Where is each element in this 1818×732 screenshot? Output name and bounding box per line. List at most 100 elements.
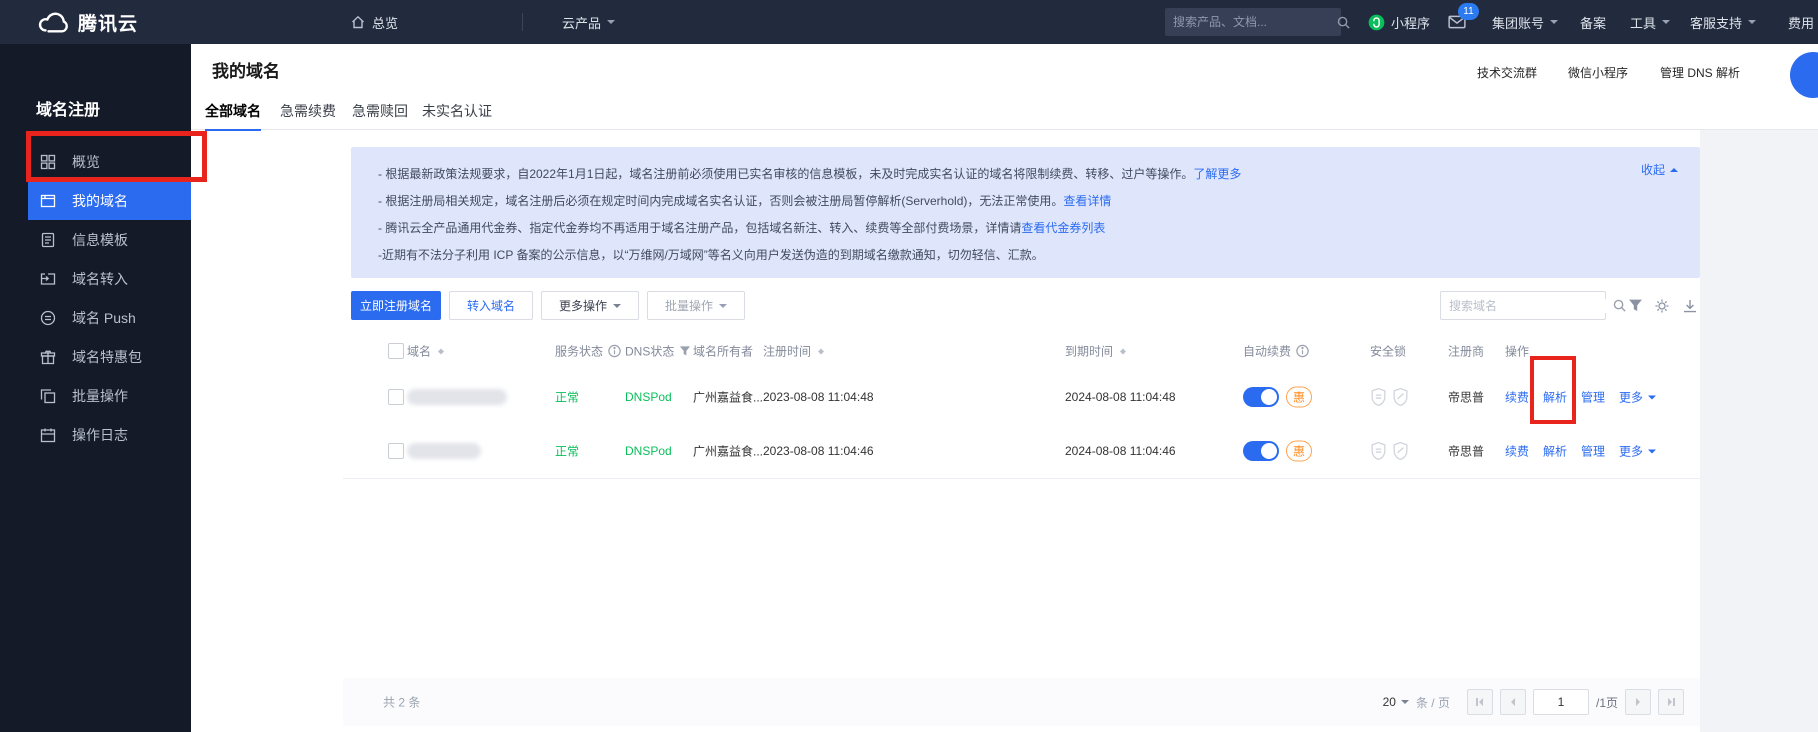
sidebar-item-my-domains[interactable]: 我的域名 [28, 181, 191, 220]
chevron-down-icon [1748, 20, 1756, 28]
renew-link[interactable]: 续费 [1505, 443, 1529, 460]
tab-all-domains[interactable]: 全部域名 [205, 98, 261, 131]
auto-renew-toggle[interactable] [1243, 441, 1279, 461]
transfer-in-button[interactable]: 转入域名 [449, 291, 533, 320]
info-icon[interactable] [608, 345, 621, 358]
header-exp-time[interactable]: 到期时间 [1065, 343, 1126, 360]
page-size-select[interactable]: 20 [1383, 695, 1409, 709]
header-actions: 操作 [1505, 343, 1529, 360]
log-icon [40, 427, 56, 443]
header-label: 操作 [1505, 343, 1529, 360]
sidebar-item-batch-operations[interactable]: 批量操作 [0, 376, 191, 415]
sidebar-item-label: 操作日志 [72, 425, 128, 445]
promo-badge[interactable]: 惠 [1286, 387, 1312, 408]
header-auto-renew: 自动续费 [1243, 343, 1309, 360]
sidebar-item-domain-push[interactable]: 域名 Push [0, 298, 191, 337]
expiration-time: 2024-08-08 11:04:48 [1065, 390, 1176, 404]
resolve-link[interactable]: 解析 [1543, 389, 1567, 406]
sidebar-item-overview[interactable]: 概览 [0, 142, 191, 181]
manage-link[interactable]: 管理 [1581, 443, 1605, 460]
last-page-button[interactable] [1658, 689, 1684, 715]
topbar-icp-filing[interactable]: 备案 [1580, 0, 1606, 44]
topbar-billing[interactable]: 费用 [1788, 0, 1818, 44]
topbar-products-menu[interactable]: 云产品 [562, 0, 615, 44]
header-domain[interactable]: 域名 [407, 343, 444, 360]
next-page-button[interactable] [1625, 689, 1651, 715]
help-float-button[interactable] [1790, 52, 1818, 98]
domain-search[interactable] [1440, 291, 1606, 320]
topbar-search-input[interactable] [1165, 15, 1336, 29]
sidebar-item-transfer-in[interactable]: 域名转入 [0, 259, 191, 298]
row-checkbox[interactable] [388, 443, 404, 459]
security-locks [1370, 442, 1409, 461]
sidebar-item-label: 我的域名 [72, 191, 128, 211]
voucher-list-link[interactable]: 查看代金券列表 [1021, 221, 1105, 235]
batch-operations-dropdown[interactable]: 批量操作 [647, 291, 745, 320]
service-status: 正常 [555, 443, 579, 460]
security-locks [1370, 388, 1409, 407]
tab-need-renew[interactable]: 急需续费 [280, 98, 336, 129]
transfer-lock-icon[interactable] [1392, 388, 1409, 407]
more-actions-dropdown[interactable]: 更多 [1619, 443, 1656, 460]
tab-need-redeem[interactable]: 急需赎回 [352, 98, 408, 129]
mail-badge: 11 [1458, 3, 1479, 20]
first-page-button[interactable] [1467, 689, 1493, 715]
sort-icon[interactable] [1120, 345, 1126, 357]
topbar-support[interactable]: 客服支持 [1690, 0, 1756, 44]
renew-link[interactable]: 续费 [1505, 389, 1529, 406]
sidebar-item-info-template[interactable]: 信息模板 [0, 220, 191, 259]
topbar-group-account[interactable]: 集团账号 [1492, 0, 1558, 44]
header-reg-time[interactable]: 注册时间 [763, 343, 824, 360]
manage-link[interactable]: 管理 [1581, 389, 1605, 406]
topbar-overview-link[interactable]: 总览 [350, 0, 398, 44]
filter-icon[interactable] [1628, 298, 1644, 314]
page-input[interactable] [1533, 689, 1589, 715]
support-label: 客服支持 [1690, 13, 1742, 32]
wechat-miniprogram-link[interactable]: 微信小程序 [1568, 64, 1628, 81]
sidebar-item-operation-log[interactable]: 操作日志 [0, 415, 191, 454]
manage-dns-link[interactable]: 管理 DNS 解析 [1660, 64, 1740, 81]
promo-badge[interactable]: 惠 [1286, 441, 1312, 462]
tab-not-verified[interactable]: 未实名认证 [422, 98, 492, 129]
sort-icon[interactable] [818, 345, 824, 357]
prev-page-button[interactable] [1500, 689, 1526, 715]
header-label: 自动续费 [1243, 343, 1291, 360]
register-domain-button[interactable]: 立即注册域名 [351, 291, 441, 320]
filter-icon[interactable] [679, 346, 691, 357]
domain-name-redacted [407, 389, 507, 405]
notice-collapse-link[interactable]: 收起 [1641, 161, 1678, 178]
topbar-search[interactable] [1165, 8, 1341, 36]
download-icon[interactable] [1682, 298, 1698, 314]
chevron-down-icon [613, 304, 621, 312]
more-actions-dropdown[interactable]: 更多 [1619, 389, 1656, 406]
update-lock-icon[interactable] [1370, 388, 1387, 407]
topbar-miniprogram[interactable]: 小程序 [1368, 0, 1430, 44]
document-icon [40, 232, 56, 248]
search-icon[interactable] [1336, 15, 1359, 30]
auto-renew-toggle[interactable] [1243, 387, 1279, 407]
sidebar-item-domain-package[interactable]: 域名特惠包 [0, 337, 191, 376]
tencent-cloud-logo[interactable]: 腾讯云 [34, 0, 138, 44]
info-icon[interactable] [1296, 345, 1309, 358]
topbar-tools[interactable]: 工具 [1630, 0, 1670, 44]
billing-label: 费用 [1788, 13, 1814, 32]
tech-group-link[interactable]: 技术交流群 [1477, 64, 1537, 81]
pagination: 20 条 / 页 /1页 [1383, 689, 1684, 715]
table-row: 正常 DNSPod 广州嘉益食... 2023-08-08 11:04:48 2… [343, 370, 1700, 425]
transfer-lock-icon[interactable] [1392, 442, 1409, 461]
more-operations-dropdown[interactable]: 更多操作 [541, 291, 639, 320]
learn-more-link[interactable]: 了解更多 [1193, 167, 1241, 181]
view-details-link[interactable]: 查看详情 [1063, 194, 1111, 208]
registrar: 帝思普 [1448, 389, 1484, 406]
select-all-checkbox[interactable] [388, 343, 404, 359]
update-lock-icon[interactable] [1370, 442, 1387, 461]
sort-icon[interactable] [438, 345, 444, 357]
row-checkbox[interactable] [388, 389, 404, 405]
chevron-down-icon [1550, 20, 1558, 28]
gear-icon[interactable] [1654, 298, 1670, 314]
home-icon [350, 14, 366, 30]
miniprogram-icon [1368, 14, 1385, 31]
sidebar-item-label: 批量操作 [72, 386, 128, 406]
resolve-link[interactable]: 解析 [1543, 443, 1567, 460]
domain-search-input[interactable] [1441, 299, 1612, 313]
